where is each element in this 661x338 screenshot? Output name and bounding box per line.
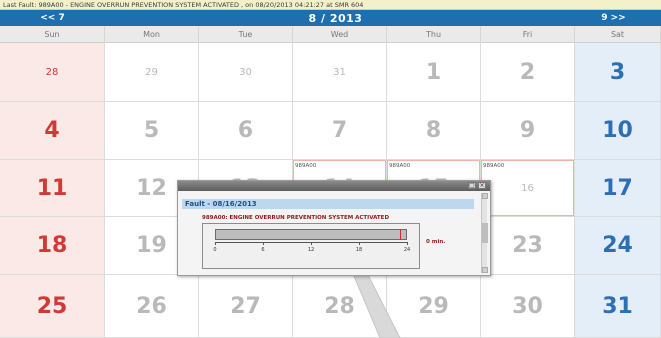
day-cell[interactable]: 31 [575, 275, 661, 338]
day-cell[interactable]: 7 [293, 102, 387, 160]
timeline-tick [311, 242, 312, 245]
last-fault-banner: Last Fault: 989A00 - ENGINE OVERRUN PREV… [0, 0, 661, 10]
day-cell[interactable]: 28 [0, 43, 105, 102]
day-cell[interactable]: 23 [481, 217, 575, 275]
weekday-tue: Tue [199, 26, 293, 43]
fault-event-marker[interactable] [400, 229, 402, 240]
day-cell[interactable]: 17 [575, 160, 661, 217]
weekday-wed: Wed [293, 26, 387, 43]
popup-fault-title: 989A00: ENGINE OVERRUN PREVENTION SYSTEM… [202, 215, 390, 221]
close-icon[interactable]: × [478, 182, 486, 189]
weekday-fri: Fri [481, 26, 575, 43]
day-cell[interactable]: 25 [0, 275, 105, 338]
timeline-tick-label: 18 [355, 247, 363, 253]
timeline-fill [216, 230, 406, 239]
day-cell[interactable]: 4 [0, 102, 105, 160]
timeline-tick [263, 242, 264, 245]
day-cell[interactable]: 3 [575, 43, 661, 102]
day-cell[interactable]: 24 [575, 217, 661, 275]
weekday-sun: Sun [0, 26, 105, 43]
weekday-header: Sun Mon Tue Wed Thu Fri Sat [0, 26, 661, 43]
timeline-tick [359, 242, 360, 245]
fault-duration-label: 0 min. [426, 239, 446, 245]
popup-date-header: Fault - 08/16/2013 [182, 199, 474, 209]
day-cell[interactable]: 1 [387, 43, 481, 102]
maximize-icon[interactable]: □ [468, 182, 476, 189]
day-cell[interactable]: 5 [105, 102, 199, 160]
scroll-up-arrow[interactable] [482, 193, 488, 199]
day-cell[interactable]: 18 [0, 217, 105, 275]
day-cell[interactable]: 30 [481, 275, 575, 338]
calendar-nav-bar: << 7 8 / 2013 9 >> [0, 10, 661, 26]
weekday-thu: Thu [387, 26, 481, 43]
day-cell[interactable]: 27 [199, 275, 293, 338]
scroll-thumb[interactable] [482, 223, 488, 243]
fault-tag: 989A00 [483, 163, 505, 169]
fault-tag: 989A00 [295, 163, 317, 169]
day-cell[interactable]: 11 [0, 160, 105, 217]
timeline-tick-label: 24 [403, 247, 411, 253]
next-month-button[interactable]: 9 >> [566, 13, 661, 23]
day-cell[interactable]: 26 [105, 275, 199, 338]
popup-scrollbar[interactable] [481, 193, 488, 273]
day-cell[interactable]: 8 [387, 102, 481, 160]
day-cell[interactable]: 30 [199, 43, 293, 102]
timeline-tick [215, 242, 216, 245]
day-cell[interactable]: 2 [481, 43, 575, 102]
popup-titlebar[interactable]: □ × [178, 181, 490, 191]
timeline-tick-label: 12 [307, 247, 315, 253]
timeline-bar [215, 229, 407, 240]
fault-tag: 989A00 [389, 163, 411, 169]
day-cell[interactable]: 9 [481, 102, 575, 160]
current-month-label: 8 / 2013 [308, 11, 363, 25]
weekday-mon: Mon [105, 26, 199, 43]
scroll-down-arrow[interactable] [482, 267, 488, 273]
fault-popup-window: □ × Fault - 08/16/2013 989A00: ENGINE OV… [177, 180, 491, 276]
timeline-tick [407, 242, 408, 245]
day-cell[interactable]: 29 [105, 43, 199, 102]
timeline-tick-label: 0 [213, 247, 217, 253]
day-cell-fault[interactable]: 989A00 16 [481, 160, 575, 217]
prev-month-button[interactable]: << 7 [0, 13, 105, 23]
timeline-tick-label: 6 [261, 247, 265, 253]
day-number: 16 [521, 182, 534, 194]
day-cell[interactable]: 31 [293, 43, 387, 102]
weekday-sat: Sat [575, 26, 661, 43]
day-cell[interactable]: 10 [575, 102, 661, 160]
fault-timeline: 0 6 12 18 24 [202, 223, 420, 269]
day-cell[interactable]: 6 [199, 102, 293, 160]
